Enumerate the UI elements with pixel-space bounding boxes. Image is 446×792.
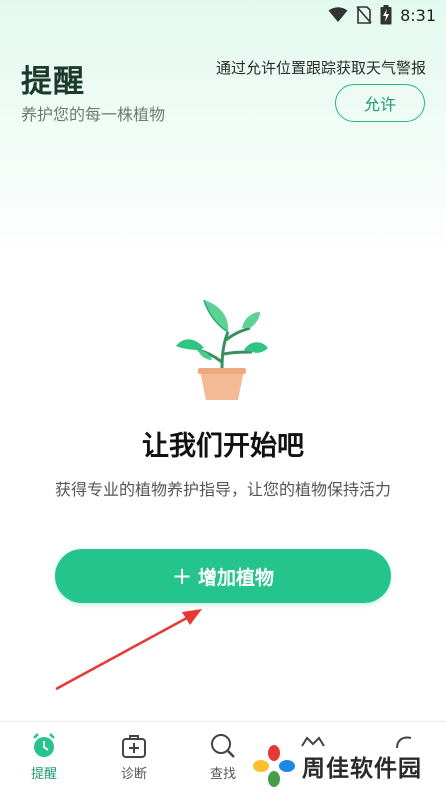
watermark-text: 周佳软件园 [302, 756, 422, 782]
alarm-clock-icon [33, 733, 55, 757]
nav-item-diagnose[interactable]: 诊断 [104, 732, 164, 782]
status-bar: 8:31 [0, 0, 446, 32]
nav-label-diagnose: 诊断 [120, 767, 147, 782]
watermark-logo [253, 745, 295, 787]
allow-location-button[interactable]: 允许 [335, 84, 425, 122]
wifi-icon [328, 7, 348, 22]
location-prompt: 通过允许位置跟踪获取天气警报 [215, 59, 426, 77]
potted-plant-icon [176, 299, 268, 400]
medical-kit-icon [122, 735, 146, 758]
status-time: 8:31 [400, 5, 436, 25]
page-title: 提醒 [21, 64, 85, 100]
status-icons: 8:31 [328, 5, 436, 25]
empty-state-description: 获得专业的植物养护指导，让您的植物保持活力 [54, 480, 391, 499]
nav-item-reminders[interactable]: 提醒 [14, 732, 74, 782]
annotation-arrow [55, 609, 202, 691]
add-plant-button[interactable]: + 增加植物 [55, 549, 391, 603]
plus-icon: + [171, 562, 193, 590]
battery-charging-icon [380, 5, 392, 25]
search-icon [211, 734, 235, 758]
nav-item-search[interactable]: 查找 [193, 732, 253, 782]
empty-state-title: 让我们开始吧 [142, 431, 304, 462]
nav-label-search: 查找 [209, 767, 236, 782]
add-plant-label: 增加植物 [198, 566, 275, 589]
page-subtitle: 养护您的每一株植物 [21, 105, 166, 124]
no-sim-icon [356, 6, 372, 24]
watermark: 周佳软件园 [252, 744, 422, 788]
nav-label-reminders: 提醒 [30, 767, 57, 782]
